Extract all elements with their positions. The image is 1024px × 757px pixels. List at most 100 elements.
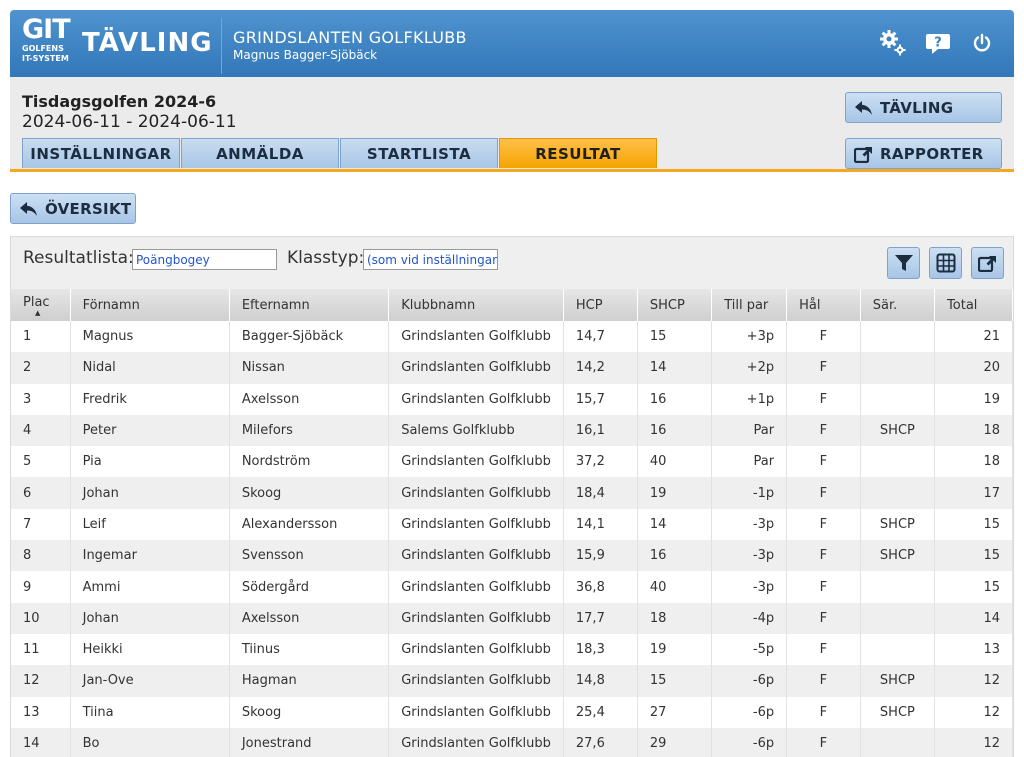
shcp-cell: 16 bbox=[637, 414, 713, 447]
table-row[interactable]: 13 Tiina Skoog Grindslanten Golfklubb 25,4 27… bbox=[11, 696, 1013, 728]
till-par-cell: +2p bbox=[711, 352, 788, 384]
klubbnamn-cell: Grindslanten Golfklubb bbox=[388, 540, 564, 572]
sar-cell bbox=[860, 321, 936, 353]
table-row[interactable]: 12 Jan-Ove Hagman Grindslanten Golfklubb 14,… bbox=[11, 665, 1013, 697]
hcp-cell: 14,1 bbox=[563, 508, 638, 541]
filter-button[interactable] bbox=[887, 247, 920, 279]
hal-cell: F bbox=[786, 540, 861, 572]
hcp-cell: 18,3 bbox=[563, 633, 638, 666]
user-name: Magnus Bagger-Sjöbäck bbox=[233, 48, 378, 62]
rapporter-button-label: RAPPORTER bbox=[880, 144, 984, 163]
column-header-sar[interactable]: Sär. bbox=[860, 289, 936, 321]
sar-cell: SHCP bbox=[860, 414, 936, 447]
klubbnamn-cell: Grindslanten Golfklubb bbox=[388, 321, 564, 353]
sar-cell: SHCP bbox=[860, 665, 936, 697]
till-par-cell: -1p bbox=[711, 477, 788, 509]
total-cell: 12 bbox=[934, 727, 1013, 757]
sort-ascending-icon: ▲ bbox=[35, 308, 41, 317]
efternamn-cell: Axelsson bbox=[229, 383, 390, 415]
column-header-till-par[interactable]: Till par bbox=[711, 289, 788, 321]
table-row[interactable]: 1 Magnus Bagger-Sjöbäck Grindslanten Golfkl… bbox=[11, 321, 1013, 353]
shcp-cell: 14 bbox=[637, 508, 713, 541]
hcp-cell: 18,4 bbox=[563, 477, 638, 509]
column-header-total[interactable]: Total bbox=[934, 289, 1013, 321]
tab-startlista[interactable]: STARTLISTA bbox=[340, 138, 498, 168]
table-row[interactable]: 8 Ingemar Svensson Grindslanten Golfklubb 15… bbox=[11, 540, 1013, 572]
help-icon[interactable]: ? bbox=[923, 28, 953, 58]
hal-cell: F bbox=[786, 321, 861, 353]
hcp-cell: 14,8 bbox=[563, 665, 638, 697]
hal-cell: F bbox=[786, 477, 861, 509]
sar-cell bbox=[860, 352, 936, 384]
filter-icon bbox=[894, 255, 913, 271]
export-icon bbox=[977, 256, 996, 272]
table-row[interactable]: 6 Johan Skoog Grindslanten Golfklubb 18,4 19-… bbox=[11, 477, 1013, 509]
power-icon[interactable] bbox=[967, 28, 997, 58]
hal-cell: F bbox=[786, 696, 861, 728]
fornamn-cell: Pia bbox=[70, 446, 230, 478]
rapporter-button[interactable]: RAPPORTER bbox=[845, 138, 1002, 169]
hal-cell: F bbox=[786, 383, 861, 415]
till-par-cell: +1p bbox=[711, 383, 788, 415]
column-header-hcp[interactable]: HCP bbox=[563, 289, 638, 321]
plac-cell: 11 bbox=[11, 633, 71, 666]
column-header-shcp[interactable]: SHCP bbox=[637, 289, 713, 321]
hal-cell: F bbox=[786, 633, 861, 666]
club-name: GRINDSLANTEN GOLFKLUBB bbox=[233, 28, 467, 47]
git-logo[interactable]: GIT GOLFENS IT-SYSTEM bbox=[22, 16, 71, 64]
tab-resultat[interactable]: RESULTAT bbox=[499, 138, 657, 168]
table-row[interactable]: 11 Heikki Tiinus Grindslanten Golfklubb 18,3… bbox=[11, 633, 1013, 666]
table-row[interactable]: 4 Peter Milefors Salems Golfklubb 16,1 16 Par F… bbox=[11, 414, 1013, 447]
efternamn-cell: Tiinus bbox=[229, 633, 390, 666]
efternamn-cell: Svensson bbox=[229, 540, 390, 572]
shcp-cell: 40 bbox=[637, 571, 713, 603]
table-row[interactable]: 14 Bo Jonestrand Grindslanten Golfklubb 27,6… bbox=[11, 727, 1013, 757]
hcp-cell: 14,2 bbox=[563, 352, 638, 384]
plac-cell: 8 bbox=[11, 540, 71, 572]
column-header-fornamn[interactable]: Förnamn bbox=[70, 289, 230, 321]
table-row[interactable]: 3 Fredrik Axelsson Grindslanten Golfklubb 15… bbox=[11, 383, 1013, 415]
total-cell: 13 bbox=[934, 633, 1013, 666]
column-header-klubbnamn[interactable]: Klubbnamn bbox=[388, 289, 564, 321]
fornamn-cell: Tiina bbox=[70, 696, 230, 728]
tavling-button[interactable]: TÄVLING bbox=[845, 92, 1002, 123]
table-row[interactable]: 2 Nidal Nissan Grindslanten Golfklubb 14,2 14… bbox=[11, 352, 1013, 384]
tab-anmalda[interactable]: ANMÄLDA bbox=[181, 138, 339, 168]
sar-cell: SHCP bbox=[860, 540, 936, 572]
resultatlista-label: Resultatlista: bbox=[23, 248, 134, 268]
tab-installningar[interactable]: INSTÄLLNINGAR bbox=[22, 138, 180, 168]
result-panel: Resultatlista: Poängbogey Klasstyp: (som… bbox=[10, 236, 1014, 757]
klasstyp-label: Klasstyp: bbox=[287, 248, 365, 268]
klasstyp-select[interactable]: (som vid inställningar) bbox=[363, 249, 498, 270]
hcp-cell: 15,9 bbox=[563, 540, 638, 572]
klubbnamn-cell: Grindslanten Golfklubb bbox=[388, 508, 564, 541]
table-row[interactable]: 10 Johan Axelsson Grindslanten Golfklubb 17,… bbox=[11, 602, 1013, 634]
plac-cell: 12 bbox=[11, 665, 71, 697]
oversikt-button[interactable]: ÖVERSIKT bbox=[10, 193, 136, 224]
column-header-plac[interactable]: Plac ▲ bbox=[11, 289, 71, 321]
shcp-cell: 15 bbox=[637, 665, 713, 697]
total-cell: 18 bbox=[934, 446, 1013, 478]
klubbnamn-cell: Grindslanten Golfklubb bbox=[388, 633, 564, 666]
resultatlista-select[interactable]: Poängbogey bbox=[132, 249, 277, 270]
column-header-hal[interactable]: Hål bbox=[786, 289, 861, 321]
klubbnamn-cell: Grindslanten Golfklubb bbox=[388, 571, 564, 603]
table-row[interactable]: 7 Leif Alexandersson Grindslanten Golfklubb… bbox=[11, 508, 1013, 541]
columns-button[interactable] bbox=[929, 247, 962, 279]
column-header-efternamn[interactable]: Efternamn bbox=[229, 289, 390, 321]
hal-cell: F bbox=[786, 352, 861, 384]
gears-icon[interactable] bbox=[878, 28, 908, 58]
export-button[interactable] bbox=[971, 247, 1004, 279]
total-cell: 20 bbox=[934, 352, 1013, 384]
table-row[interactable]: 5 Pia Nordström Grindslanten Golfklubb 37,2 4… bbox=[11, 446, 1013, 478]
klubbnamn-cell: Grindslanten Golfklubb bbox=[388, 602, 564, 634]
results-table-body: 1 Magnus Bagger-Sjöbäck Grindslanten Golfkl… bbox=[11, 321, 1013, 757]
total-cell: 12 bbox=[934, 665, 1013, 697]
klubbnamn-cell: Grindslanten Golfklubb bbox=[388, 696, 564, 728]
till-par-cell: Par bbox=[711, 446, 788, 478]
klubbnamn-cell: Salems Golfklubb bbox=[388, 414, 564, 447]
fornamn-cell: Ingemar bbox=[70, 540, 230, 572]
efternamn-cell: Bagger-Sjöbäck bbox=[229, 321, 390, 353]
hal-cell: F bbox=[786, 446, 861, 478]
table-row[interactable]: 9 Ammi Södergård Grindslanten Golfklubb 36,8… bbox=[11, 571, 1013, 603]
